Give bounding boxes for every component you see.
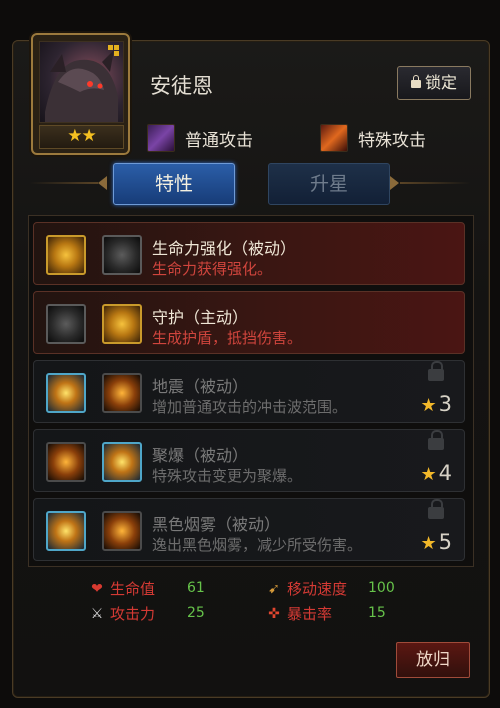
padlock-icon [428, 499, 444, 519]
stat-value: 61 [187, 580, 205, 596]
star-requirement: ★4 [420, 461, 452, 485]
stat-atk: ⚔ 攻击力 [88, 603, 155, 624]
padlock-icon [428, 430, 444, 450]
claw-heart-icon [46, 511, 86, 551]
star-requirement-value: 5 [438, 530, 452, 554]
fire-pillar-icon [46, 442, 86, 482]
star-requirement: ★5 [420, 530, 452, 554]
skill-row[interactable]: 守护（主动） 生成护盾，抵挡伤害。 [33, 291, 465, 354]
padlock-icon [410, 75, 421, 88]
stat-value: 25 [187, 605, 205, 621]
sword-slash-icon [147, 124, 175, 152]
divider [30, 182, 98, 184]
stat-value: 15 [368, 605, 386, 621]
hero-portrait [39, 41, 124, 123]
tab-traits[interactable]: 特性 [113, 163, 235, 205]
normal-attack-label: 普通攻击 [185, 130, 253, 151]
release-button[interactable]: 放归 [396, 642, 470, 678]
lock-label: 锁定 [424, 73, 457, 92]
fireball-icon [102, 511, 142, 551]
lock-button[interactable]: 锁定 [397, 66, 471, 100]
stat-value: 100 [368, 580, 395, 596]
stat-speed-value: 100 [368, 580, 395, 596]
skill-title: 地震（被动） [152, 377, 249, 396]
stat-label: 暴击率 [287, 605, 333, 623]
blade-icon [102, 235, 142, 275]
skill-desc: 生成护盾，抵挡伤害。 [152, 329, 303, 347]
skill-row[interactable]: 聚爆（被动） 特殊攻击变更为聚爆。 ★4 [33, 429, 465, 492]
heart-aura-icon [46, 235, 86, 275]
skill-desc: 特殊攻击变更为聚爆。 [152, 467, 303, 485]
quake-burst-icon [46, 373, 86, 413]
stat-crit: ✜ 暴击率 [265, 603, 332, 624]
stat-label: 攻击力 [110, 605, 156, 623]
stat-atk-value: 25 [187, 605, 205, 621]
sword-icon: ⚔ [90, 605, 104, 622]
special-attack: 特殊攻击 [320, 124, 426, 152]
skill-desc: 生命力获得强化。 [152, 260, 273, 278]
tab-star-up[interactable]: 升星 [268, 163, 390, 205]
stat-label: 移动速度 [287, 580, 348, 598]
star-requirement-value: 3 [438, 392, 452, 416]
flame-column-icon [102, 442, 142, 482]
star-icon: ★ [420, 395, 437, 416]
stat-label: 生命值 [110, 580, 156, 598]
rarity-dots-icon [108, 45, 120, 57]
padlock-icon [428, 361, 444, 381]
tab-left-arrow-icon [98, 176, 107, 190]
skill-row[interactable]: 地震（被动） 增加普通攻击的冲击波范围。 ★3 [33, 360, 465, 423]
skill-row[interactable]: 生命力强化（被动） 生命力获得强化。 [33, 222, 465, 285]
tab-right-arrow-icon [390, 176, 399, 190]
star-requirement-value: 4 [438, 461, 452, 485]
star-icon: ★ [420, 464, 437, 485]
heart-icon: ❤ [91, 580, 103, 597]
star-icon: ★ [420, 533, 437, 554]
skill-title: 黑色烟雾（被动） [152, 515, 281, 534]
skill-title: 守护（主动） [152, 308, 249, 327]
hero-name: 安徒恩 [150, 74, 213, 98]
stat-hp: ❤ 生命值 [88, 578, 155, 599]
spike-burst-icon [46, 304, 86, 344]
special-attack-label: 特殊攻击 [358, 130, 426, 151]
skill-row[interactable]: 黑色烟雾（被动） 逸出黑色烟雾，减少所受伤害。 ★5 [33, 498, 465, 561]
shield-bell-icon [102, 304, 142, 344]
divider [400, 182, 470, 184]
hero-star-rating: ★★ [39, 125, 124, 149]
hero-portrait-frame: ★★ [31, 33, 130, 155]
skill-desc: 逸出黑色烟雾，减少所受伤害。 [152, 536, 363, 554]
fire-slash-icon [320, 124, 348, 152]
skill-desc: 增加普通攻击的冲击波范围。 [152, 398, 348, 416]
flame-claw-icon [102, 373, 142, 413]
boot-icon: ➹ [268, 580, 280, 597]
skill-title: 聚爆（被动） [152, 446, 249, 465]
star-requirement: ★3 [420, 392, 452, 416]
crosshair-icon: ✜ [268, 605, 280, 622]
stat-speed: ➹ 移动速度 [265, 578, 347, 599]
normal-attack: 普通攻击 [147, 124, 253, 152]
skill-title: 生命力强化（被动） [152, 239, 297, 258]
stat-hp-value: 61 [187, 580, 205, 596]
stat-crit-value: 15 [368, 605, 386, 621]
